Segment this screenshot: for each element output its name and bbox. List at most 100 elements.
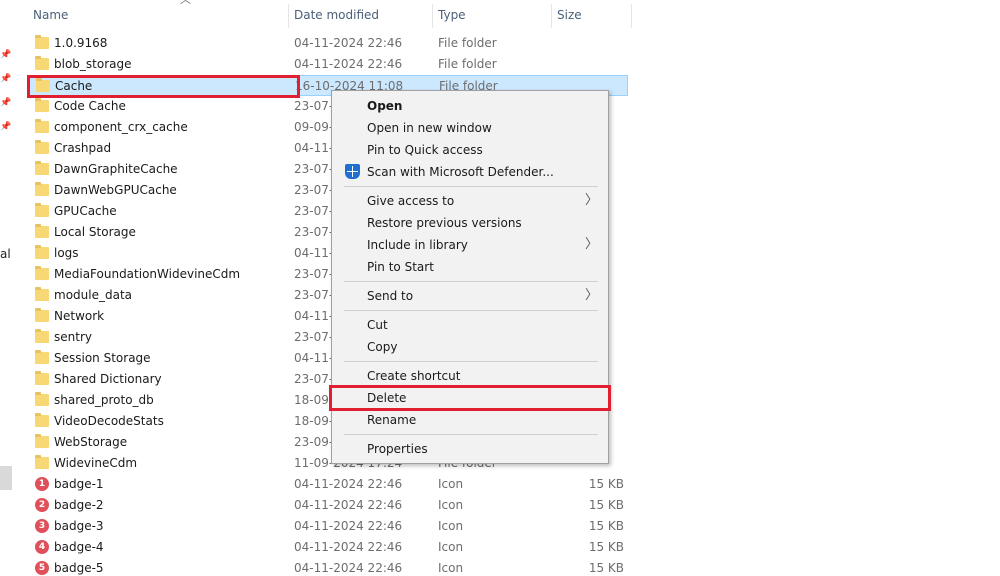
menu-item-open[interactable]: Open xyxy=(334,95,606,117)
folder-icon xyxy=(35,98,49,112)
badge-icon: 5 xyxy=(35,561,49,575)
submenu-arrow-icon: 〉 xyxy=(584,193,598,208)
menu-item-open-new-window[interactable]: Open in new window xyxy=(334,117,606,139)
folder-icon xyxy=(35,35,49,49)
file-name: DawnGraphiteCache xyxy=(54,162,178,176)
file-size: 15 KB xyxy=(588,498,624,512)
date-modified: 18-09- xyxy=(294,393,334,407)
context-menu: Open Open in new window Pin to Quick acc… xyxy=(331,90,609,464)
folder-icon xyxy=(35,140,49,154)
pin-icon[interactable]: 📌 xyxy=(0,98,11,108)
submenu-arrow-icon: 〉 xyxy=(584,288,598,303)
date-modified: 09-09- xyxy=(294,120,334,134)
menu-item-scan-defender[interactable]: Scan with Microsoft Defender... xyxy=(334,161,606,183)
file-name: logs xyxy=(54,246,79,260)
menu-item-restore-versions[interactable]: Restore previous versions xyxy=(334,212,606,234)
navigation-pane: 📌 📌 📌 📌 al xyxy=(0,0,14,576)
date-modified: 04-11-2024 22:46 xyxy=(294,519,403,533)
folder-icon xyxy=(35,455,49,469)
date-modified: 18-09- xyxy=(294,414,334,428)
file-row[interactable]: 4 badge-4 04-11-2024 22:46 Icon 15 KB xyxy=(28,537,628,558)
folder-icon xyxy=(35,434,49,448)
file-name: badge-3 xyxy=(54,519,104,533)
folder-icon xyxy=(35,329,49,343)
menu-item-label: Open xyxy=(367,99,403,113)
file-row[interactable]: 2 badge-2 04-11-2024 22:46 Icon 15 KB xyxy=(28,495,628,516)
date-modified: 23-07- xyxy=(294,330,334,344)
folder-icon xyxy=(35,392,49,406)
menu-item-include-library[interactable]: Include in library 〉 xyxy=(334,234,606,256)
menu-item-label: Rename xyxy=(367,413,417,427)
file-name: MediaFoundationWidevineCdm xyxy=(54,267,241,281)
submenu-arrow-icon: 〉 xyxy=(584,237,598,252)
date-modified: 23-09- xyxy=(294,435,334,449)
menu-separator xyxy=(344,361,598,362)
file-row[interactable]: 1 badge-1 04-11-2024 22:46 Icon 15 KB xyxy=(28,474,628,495)
menu-item-cut[interactable]: Cut xyxy=(334,314,606,336)
date-modified: 04-11-2024 22:46 xyxy=(294,498,403,512)
menu-item-pin-quick-access[interactable]: Pin to Quick access xyxy=(334,139,606,161)
folder-row[interactable]: 1.0.9168 04-11-2024 22:46 File folder xyxy=(28,33,628,54)
menu-separator xyxy=(344,310,598,311)
file-name: blob_storage xyxy=(54,57,132,71)
date-modified: 04-11-2024 22:46 xyxy=(294,561,403,575)
file-row[interactable]: 3 badge-3 04-11-2024 22:46 Icon 15 KB xyxy=(28,516,628,537)
column-size[interactable]: Size xyxy=(552,0,630,30)
file-name: Network xyxy=(54,309,105,323)
pin-icon[interactable]: 📌 xyxy=(0,122,11,132)
menu-item-create-shortcut[interactable]: Create shortcut xyxy=(334,365,606,387)
date-modified: 23-07- xyxy=(294,183,334,197)
column-type[interactable]: Type xyxy=(433,0,551,30)
date-modified: 23-07- xyxy=(294,162,334,176)
date-modified: 23-07- xyxy=(294,372,334,386)
menu-item-label: Create shortcut xyxy=(367,369,461,383)
file-size: 15 KB xyxy=(588,540,624,554)
menu-separator xyxy=(344,186,598,187)
date-modified: 04-11- xyxy=(294,351,334,365)
date-modified: 23-07- xyxy=(294,288,334,302)
menu-item-copy[interactable]: Copy xyxy=(334,336,606,358)
file-name: Code Cache xyxy=(54,99,126,113)
column-name[interactable]: Name xyxy=(28,0,288,30)
file-explorer: 📌 📌 📌 📌 al ︿ Name Date modified Type Siz… xyxy=(0,0,1000,576)
file-name: badge-5 xyxy=(54,561,104,575)
folder-row[interactable]: blob_storage 04-11-2024 22:46 File folder xyxy=(28,54,628,75)
badge-icon: 1 xyxy=(35,477,49,491)
menu-item-properties[interactable]: Properties xyxy=(334,438,606,460)
menu-item-rename[interactable]: Rename xyxy=(334,409,606,431)
column-date-modified[interactable]: Date modified xyxy=(289,0,432,30)
date-modified: 04-11- xyxy=(294,141,334,155)
file-name: Shared Dictionary xyxy=(54,372,162,386)
folder-icon xyxy=(35,308,49,322)
folder-icon xyxy=(35,161,49,175)
file-type: Icon xyxy=(438,477,464,491)
date-modified: 04-11-2024 22:46 xyxy=(294,57,403,71)
file-name: badge-1 xyxy=(54,477,104,491)
folder-icon xyxy=(35,56,49,70)
column-divider[interactable] xyxy=(631,4,632,28)
menu-item-label: Include in library xyxy=(367,238,468,252)
nav-scrollbar[interactable] xyxy=(0,466,12,490)
menu-item-pin-start[interactable]: Pin to Start xyxy=(334,256,606,278)
folder-icon xyxy=(35,182,49,196)
menu-item-delete[interactable]: Delete xyxy=(334,387,606,409)
menu-item-send-to[interactable]: Send to 〉 xyxy=(334,285,606,307)
menu-item-give-access[interactable]: Give access to 〉 xyxy=(334,190,606,212)
pin-icon[interactable]: 📌 xyxy=(0,74,11,84)
folder-icon xyxy=(35,371,49,385)
file-name: Crashpad xyxy=(54,141,112,155)
nav-item-fragment[interactable]: al xyxy=(0,247,11,261)
file-type: Icon xyxy=(438,561,464,575)
file-row[interactable]: 5 badge-5 04-11-2024 22:46 Icon 15 KB xyxy=(28,558,628,576)
file-name: Cache xyxy=(55,79,93,93)
folder-icon xyxy=(35,287,49,301)
file-type: File folder xyxy=(438,36,497,50)
date-modified: 23-07- xyxy=(294,267,334,281)
menu-item-label: Copy xyxy=(367,340,398,354)
menu-item-label: Give access to xyxy=(367,194,455,208)
file-name: 1.0.9168 xyxy=(54,36,108,50)
pin-icon[interactable]: 📌 xyxy=(0,50,11,60)
menu-item-label: Properties xyxy=(367,442,428,456)
menu-item-label: Pin to Start xyxy=(367,260,434,274)
file-name: module_data xyxy=(54,288,132,302)
